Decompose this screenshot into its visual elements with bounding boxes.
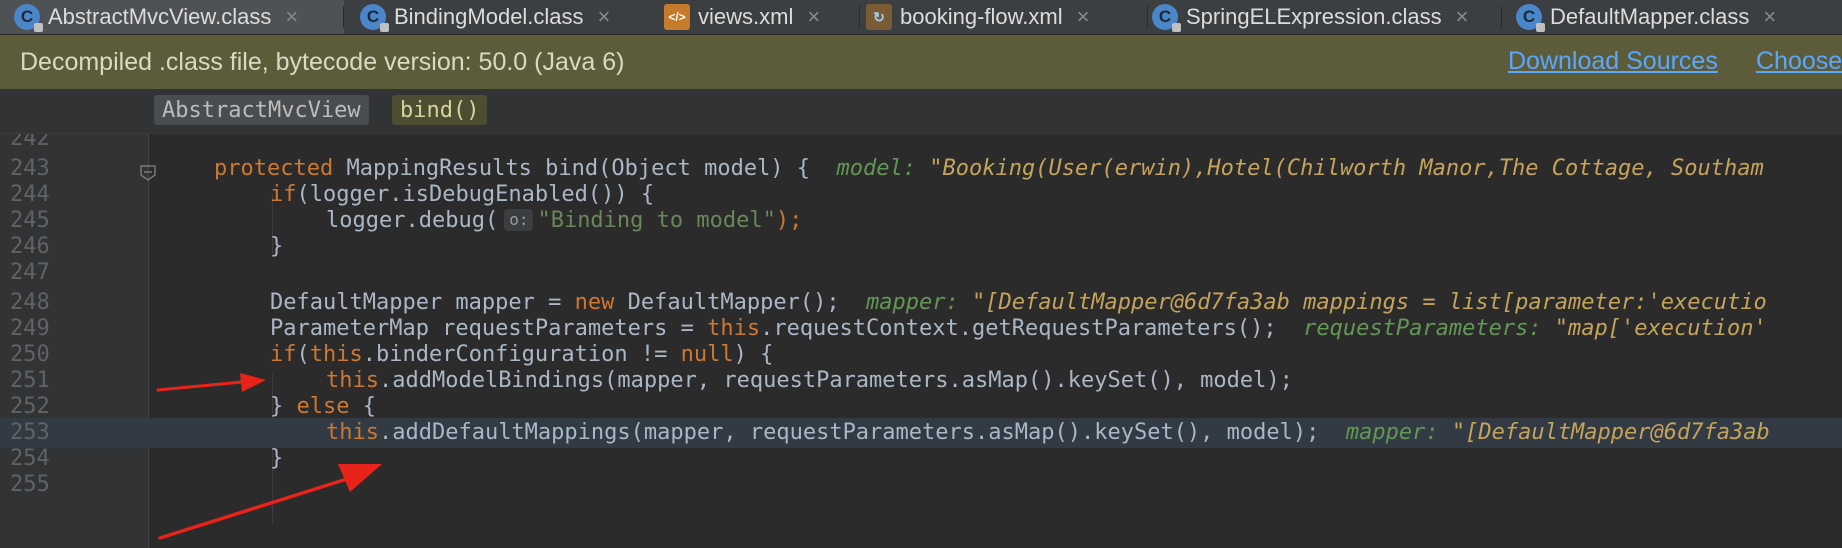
choose-sources-link[interactable]: Choose — [1756, 47, 1842, 76]
close-icon[interactable]: × — [285, 4, 298, 30]
tab-label: BindingModel.class — [394, 4, 584, 29]
tab-booking-flow-xml[interactable]: ↻ booking-flow.xml × — [866, 0, 1148, 34]
class-icon: C — [1152, 4, 1181, 32]
code-line: 242 — [0, 134, 1842, 154]
breadcrumb-method[interactable]: bind() — [392, 95, 488, 125]
tab-views-xml[interactable]: </> views.xml × — [660, 0, 860, 34]
breadcrumb-class[interactable]: AbstractMvcView — [154, 95, 369, 125]
decompiled-message: Decompiled .class file, bytecode version… — [20, 47, 625, 76]
tab-label: AbstractMvcView.class — [48, 4, 272, 29]
editor-tab-bar: C AbstractMvcView.class × C BindingModel… — [0, 0, 1842, 35]
inline-debug-value: "Booking(User(erwin),Hotel(Chilworth Man… — [916, 156, 1764, 181]
close-icon[interactable]: × — [1456, 4, 1469, 30]
code-line: 255 — [0, 470, 1842, 500]
line-number: 242 — [10, 134, 50, 151]
tab-label: SpringELExpression.class — [1186, 4, 1442, 29]
webflow-file-icon: ↻ — [866, 4, 892, 30]
close-icon[interactable]: × — [1763, 4, 1776, 30]
parameter-hint: o: — [504, 209, 534, 231]
xml-file-icon: </> — [664, 4, 690, 30]
class-icon: C — [360, 4, 389, 32]
tab-abstractmvcview[interactable]: C AbstractMvcView.class × — [0, 0, 344, 34]
inline-debug-name: requestParameters: — [1303, 316, 1542, 341]
line-number: 255 — [10, 472, 50, 497]
code-line: 247 — [0, 258, 1842, 288]
inline-debug-name: mapper: — [1345, 420, 1439, 445]
class-icon: C — [1516, 4, 1545, 32]
download-sources-link[interactable]: Download Sources — [1508, 47, 1718, 76]
close-icon[interactable]: × — [598, 4, 611, 30]
tab-label: booking-flow.xml — [900, 4, 1063, 29]
tab-springelexpression[interactable]: C SpringELExpression.class × — [1148, 0, 1502, 34]
line-number: 247 — [10, 260, 50, 285]
inline-debug-name: mapper: — [866, 290, 959, 315]
class-icon: C — [14, 4, 43, 32]
inline-debug-value: "[DefaultMapper@6d7fa3ab — [1438, 420, 1770, 445]
close-icon[interactable]: × — [807, 4, 820, 30]
tab-label: DefaultMapper.class — [1550, 4, 1750, 29]
decompiled-banner: Decompiled .class file, bytecode version… — [0, 35, 1842, 89]
breadcrumb: AbstractMvcView bind() — [0, 89, 1842, 134]
tab-bindingmodel[interactable]: C BindingModel.class × — [344, 0, 690, 34]
close-icon[interactable]: × — [1077, 4, 1090, 30]
inline-debug-value: "[DefaultMapper@6d7fa3ab mappings = list… — [958, 290, 1767, 315]
inline-debug-value: "map['execution' — [1541, 316, 1767, 341]
code-editor[interactable]: 242 243 protected MappingResults bind(Ob… — [0, 134, 1842, 548]
tab-label: views.xml — [698, 4, 794, 29]
inline-debug-name: model: — [836, 156, 917, 181]
tab-defaultmapper[interactable]: C DefaultMapper.class × — [1516, 0, 1842, 34]
